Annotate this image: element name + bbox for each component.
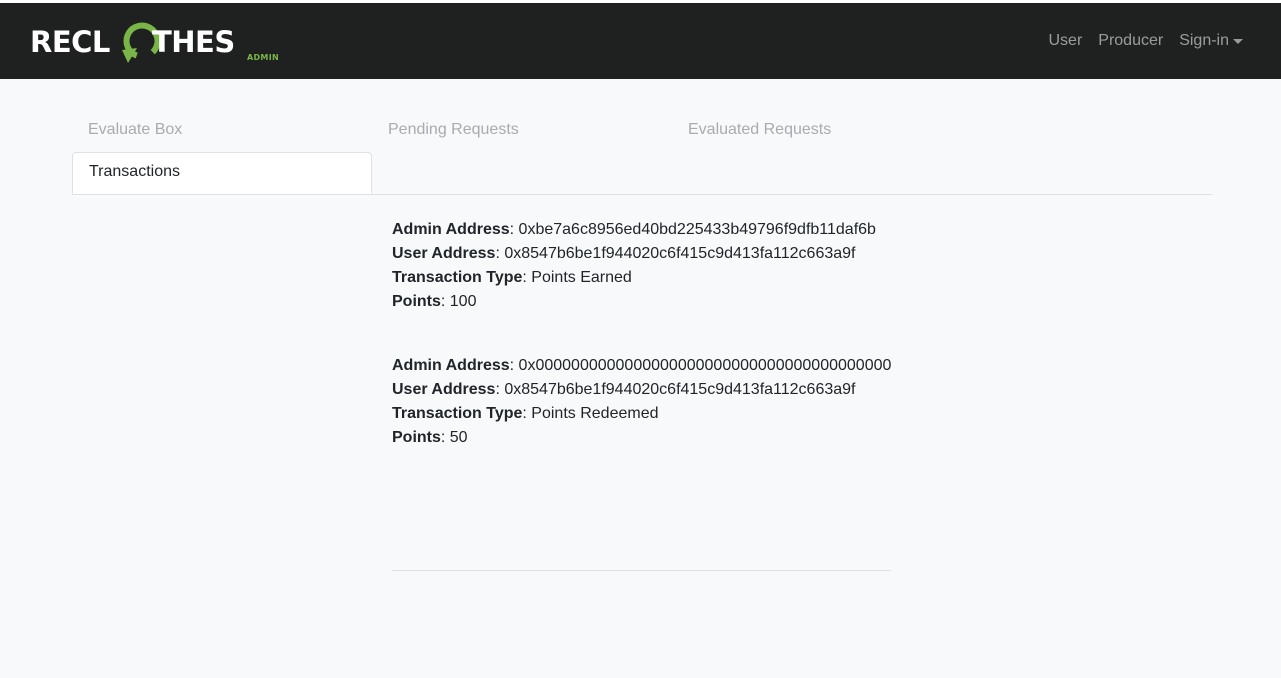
admin-address-row: Admin Address: 0xbe7a6c8956ed40bd225433b… <box>392 218 892 242</box>
admin-address-label: Admin Address <box>392 221 510 238</box>
user-address-label: User Address <box>392 381 496 398</box>
transaction-type-row: Transaction Type: Points Earned <box>392 266 892 290</box>
caret-down-icon <box>1233 38 1243 44</box>
divider <box>392 570 891 571</box>
tab-transactions[interactable]: Transactions <box>72 152 372 194</box>
transaction-type-value: : Points Earned <box>522 269 632 286</box>
transaction-card: Admin Address: 0x00000000000000000000000… <box>392 354 892 450</box>
transaction-type-label: Transaction Type <box>392 269 523 286</box>
nav-link-user[interactable]: User <box>1048 32 1082 50</box>
transaction-card: Admin Address: 0xbe7a6c8956ed40bd225433b… <box>392 218 892 314</box>
admin-address-row: Admin Address: 0x00000000000000000000000… <box>392 354 892 378</box>
points-value: : 50 <box>440 429 468 446</box>
user-address-value: : 0x8547b6be1f944020c6f415c9d413fa112c66… <box>495 381 856 398</box>
signin-dropdown[interactable]: Sign-in <box>1179 32 1243 50</box>
tab-evaluated-requests[interactable]: Evaluated Requests <box>672 111 972 152</box>
points-row: Points: 50 <box>392 426 892 450</box>
points-label: Points <box>392 429 441 446</box>
points-value: : 100 <box>440 293 477 310</box>
user-address-row: User Address: 0x8547b6be1f944020c6f415c9… <box>392 378 892 402</box>
transaction-type-value: : Points Redeemed <box>522 405 659 422</box>
admin-address-value: : 0x000000000000000000000000000000000000… <box>509 357 892 374</box>
transaction-type-row: Transaction Type: Points Redeemed <box>392 402 892 426</box>
admin-address-label: Admin Address <box>392 357 510 374</box>
user-address-value: : 0x8547b6be1f944020c6f415c9d413fa112c66… <box>495 245 856 262</box>
points-row: Points: 100 <box>392 290 892 314</box>
user-address-row: User Address: 0x8547b6be1f944020c6f415c9… <box>392 242 892 266</box>
brand-text-left: RECL <box>30 25 110 59</box>
nav-links: User Producer Sign-in <box>1048 32 1243 50</box>
transaction-type-label: Transaction Type <box>392 405 523 422</box>
brand-text-right: THES <box>152 25 235 59</box>
signin-label: Sign-in <box>1179 32 1229 49</box>
transaction-list: Admin Address: 0xbe7a6c8956ed40bd225433b… <box>392 218 892 490</box>
tab-pending-requests[interactable]: Pending Requests <box>372 111 672 152</box>
brand-subtitle: ADMIN <box>247 53 279 62</box>
admin-address-value: : 0xbe7a6c8956ed40bd225433b49796f9dfb11d… <box>509 221 876 238</box>
points-label: Points <box>392 293 441 310</box>
nav-link-producer[interactable]: Producer <box>1098 32 1163 50</box>
navbar: RECL THES ADMIN User Producer Sign-in <box>0 3 1281 79</box>
user-address-label: User Address <box>392 245 496 262</box>
brand-logo[interactable]: RECL THES ADMIN <box>30 15 290 67</box>
tab-bar: Evaluate Box Pending Requests Evaluated … <box>72 111 1212 195</box>
tab-evaluate-box[interactable]: Evaluate Box <box>72 111 372 152</box>
